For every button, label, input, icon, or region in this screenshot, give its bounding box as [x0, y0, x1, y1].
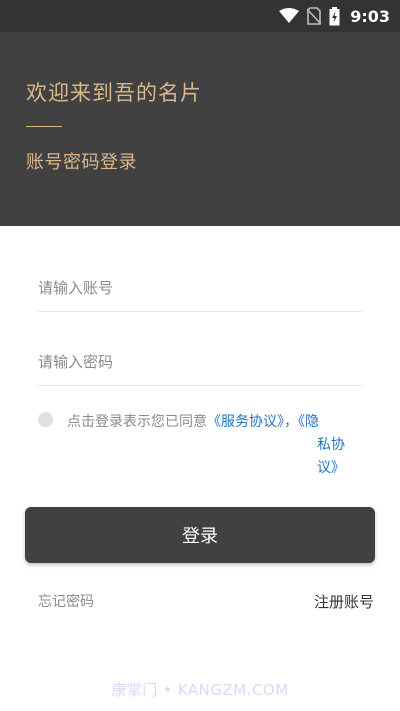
service-agreement-link[interactable]: 《服务协议》 — [207, 414, 284, 430]
forgot-password-link[interactable]: 忘记密码 — [38, 591, 94, 611]
privacy-policy-link-part3[interactable]: 议》 — [317, 457, 345, 480]
password-input[interactable] — [38, 342, 362, 382]
agreement-radio[interactable] — [38, 412, 53, 427]
privacy-policy-link-part1[interactable]: 《隐 — [298, 414, 319, 430]
login-mode-subtitle: 账号密码登录 — [26, 152, 137, 173]
agreement-separator: ， — [284, 414, 298, 430]
privacy-policy-link-part2[interactable]: 私协 — [317, 434, 345, 457]
welcome-title: 欢迎来到吾的名片 — [26, 81, 202, 105]
login-button[interactable]: 登录 — [25, 507, 375, 563]
title-divider — [26, 126, 62, 127]
agreement-prefix: 点击登录表示您已同意 — [67, 414, 207, 430]
no-sim-icon — [307, 7, 322, 25]
account-field-row — [38, 268, 362, 312]
header-banner: 欢迎来到吾的名片 账号密码登录 — [0, 32, 400, 226]
wifi-icon — [279, 8, 300, 24]
register-account-link[interactable]: 注册账号 — [314, 591, 374, 612]
password-field-row — [38, 342, 362, 386]
status-bar: 9:03 — [0, 0, 400, 32]
watermark: 康掌门 • KANGZM.COM — [111, 681, 289, 699]
agreement-line-1: 点击登录表示您已同意《服务协议》，《隐 — [67, 411, 319, 434]
status-time: 9:03 — [350, 6, 390, 26]
account-input[interactable] — [38, 268, 362, 308]
battery-charging-icon — [329, 6, 340, 26]
status-icons: 9:03 — [279, 0, 390, 32]
